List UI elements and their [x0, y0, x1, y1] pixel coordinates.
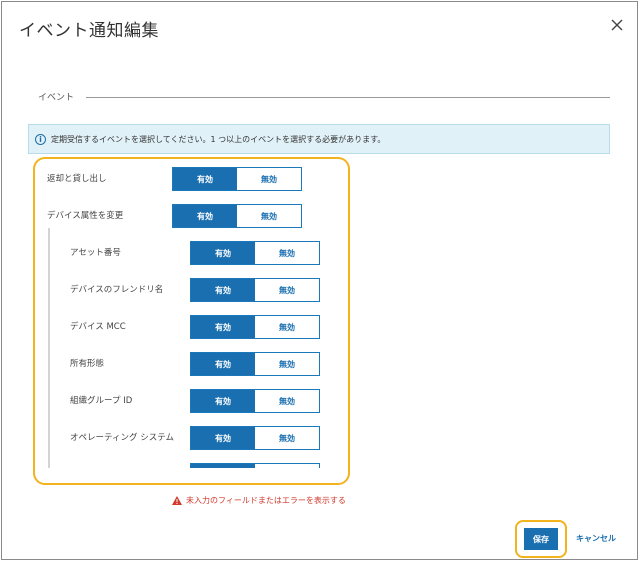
dialog-title: イベント通知編集: [19, 21, 159, 41]
save-button[interactable]: 保存: [524, 528, 558, 550]
section-legend: イベント: [38, 90, 75, 103]
error-text: 未入力のフィールドまたはエラーを表示する: [186, 496, 346, 505]
event-list-highlight: [33, 157, 350, 485]
close-button[interactable]: [608, 16, 626, 34]
cancel-button[interactable]: キャンセル: [576, 533, 616, 544]
close-icon: [611, 19, 623, 31]
info-text: 定期受信するイベントを選択してください。1 つ以上のイベントを選択する必要があり…: [51, 134, 386, 144]
section-divider: [86, 97, 610, 98]
info-icon: i: [35, 133, 46, 145]
info-banner: i 定期受信するイベントを選択してください。1 つ以上のイベントを選択する必要が…: [28, 124, 610, 154]
warning-icon: [172, 496, 182, 505]
error-message: 未入力のフィールドまたはエラーを表示する: [172, 495, 346, 506]
